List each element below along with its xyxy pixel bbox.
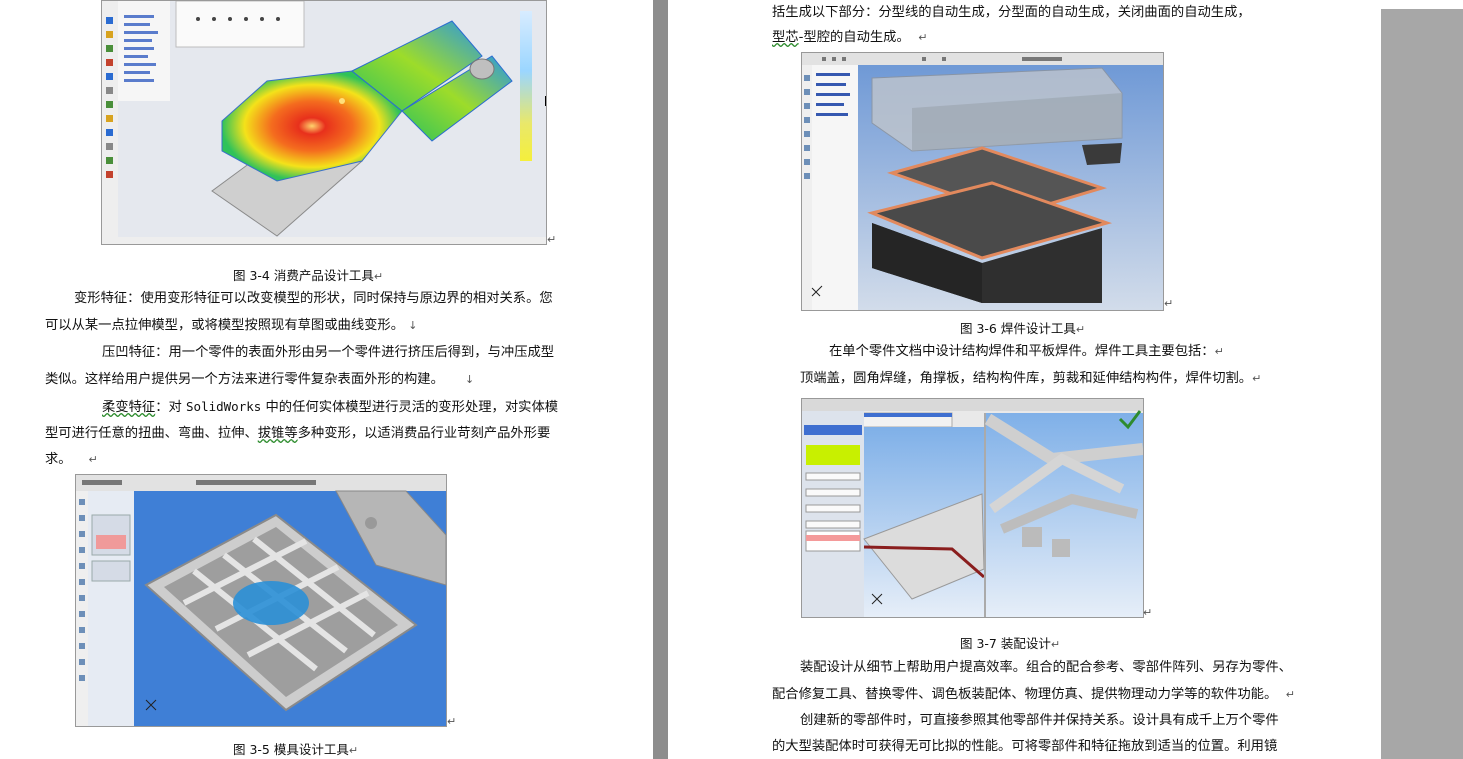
top-right-strip bbox=[1381, 0, 1463, 9]
figure-3-5-mold-design-image bbox=[75, 474, 447, 727]
paragraph-mark: ↵ bbox=[547, 233, 557, 246]
caption-figure-3-5: 图 3-5 模具设计工具↵ bbox=[233, 742, 359, 757]
paragraph-flex-line2: 型可进行任意的扭曲、弯曲、拉伸、拔锥等多种变形，以适消费品行业苛刻产品外形要 bbox=[45, 426, 551, 441]
paragraph-parting-line1: 括生成以下部分：分型线的自动生成，分型面的自动生成，关闭曲面的自动生成， bbox=[772, 5, 1251, 20]
paragraph-indent-line2: 类似。这样给用户提供另一个方法来进行零件复杂表面外形的构建。 ↓ bbox=[45, 372, 475, 387]
paragraph-flex-line3: 求。 ↵ bbox=[45, 452, 98, 467]
assembly-render bbox=[802, 399, 1143, 617]
paragraph-parting-line2: 型芯-型腔的自动生成。 ↵ bbox=[772, 30, 928, 45]
window-background bbox=[1381, 0, 1463, 759]
text-cursor bbox=[545, 96, 546, 106]
paragraph-mark: ↵ bbox=[447, 715, 457, 728]
weldment-render bbox=[802, 53, 1163, 310]
page-gap bbox=[653, 0, 668, 759]
paragraph-new-component-line1: 创建新的零部件时，可直接参照其他零部件并保持关系。设计具有成千上万个零件 bbox=[800, 713, 1279, 728]
consumer-product-render bbox=[102, 1, 546, 244]
paragraph-deform-line2: 可以从某一点拉伸模型，或将模型按照现有草图或曲线变形。 ↓ bbox=[45, 318, 418, 333]
paragraph-mark: ↵ bbox=[1143, 606, 1153, 619]
paragraph-assembly-line2: 配合修复工具、替换零件、调色板装配体、物理仿真、提供物理动力学等的软件功能。 ↵ bbox=[772, 687, 1295, 702]
mold-design-render bbox=[76, 475, 446, 726]
paragraph-indent-line1: 压凹特征：用一个零件的表面外形由另一个零件进行挤压后得到，与冲压成型 bbox=[102, 345, 555, 360]
figure-3-4-consumer-product-image bbox=[101, 0, 547, 245]
figure-3-6-weldment-image bbox=[801, 52, 1164, 311]
paragraph-weld-line1: 在单个零件文档中设计结构焊件和平板焊件。焊件工具主要包括：↵ bbox=[829, 344, 1224, 359]
paragraph-mark: ↵ bbox=[1164, 297, 1174, 310]
paragraph-deform-line1: 变形特征：使用变形特征可以改变模型的形状，同时保持与原边界的相对关系。您 bbox=[74, 291, 553, 306]
paragraph-new-component-line2: 的大型装配体时可获得无可比拟的性能。可将零部件和特征拖放到适当的位置。利用镜 bbox=[772, 739, 1278, 754]
caption-figure-3-4: 图 3-4 消费产品设计工具↵ bbox=[233, 268, 384, 283]
figure-3-7-assembly-image bbox=[801, 398, 1144, 618]
paragraph-flex-line1: 柔变特征：对 SolidWorks 中的任何实体模型进行灵活的变形处理，对实体模 bbox=[102, 399, 559, 415]
paragraph-assembly-line1: 装配设计从细节上帮助用户提高效率。组合的配合参考、零部件阵列、另存为零件、 bbox=[800, 660, 1292, 675]
caption-figure-3-6: 图 3-6 焊件设计工具↵ bbox=[960, 321, 1086, 336]
left-document-page: ↵ 图 3-4 消费产品设计工具↵ 变形特征：使用变形特征可以改变模型的形状，同… bbox=[0, 0, 653, 759]
right-document-page: 括生成以下部分：分型线的自动生成，分型面的自动生成，关闭曲面的自动生成， 型芯-… bbox=[668, 0, 1381, 759]
caption-figure-3-7: 图 3-7 装配设计↵ bbox=[960, 636, 1061, 651]
paragraph-weld-line2: 顶端盖，圆角焊缝，角撑板，结构构件库，剪裁和延伸结构构件，焊件切割。↵ bbox=[800, 371, 1262, 386]
